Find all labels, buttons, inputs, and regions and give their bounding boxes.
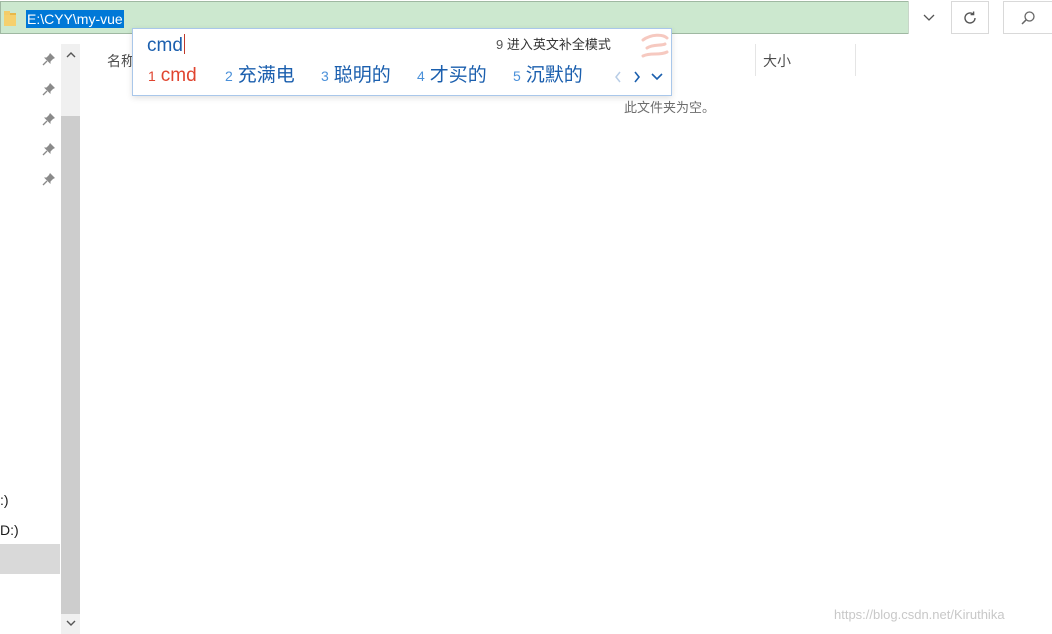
search-box[interactable] — [1003, 1, 1052, 34]
ime-prev-page-button[interactable] — [611, 69, 625, 85]
search-icon — [1021, 10, 1035, 25]
ime-english-mode-hint[interactable]: 9 进入英文补全模式 — [496, 36, 611, 54]
chevron-right-icon — [634, 71, 641, 83]
nav-item-selected[interactable] — [0, 544, 60, 574]
column-divider[interactable] — [755, 44, 756, 76]
ime-candidate-5[interactable]: 5 沉默的 — [513, 63, 583, 90]
chevron-down-icon — [651, 73, 663, 81]
ime-composition-text: cmd — [147, 35, 183, 56]
pin-icon[interactable] — [42, 142, 56, 156]
address-path-text[interactable]: E:\CYY\my-vue — [26, 10, 124, 28]
nav-item-drive-d[interactable]: D:) — [0, 521, 19, 539]
hint-number: 9 — [496, 37, 504, 52]
chevron-up-icon — [66, 52, 75, 58]
refresh-button[interactable] — [951, 1, 989, 34]
scroll-up-button[interactable] — [61, 46, 80, 63]
folder-icon — [4, 11, 16, 26]
ime-candidate-4[interactable]: 4 才买的 — [417, 63, 487, 90]
nav-scrollbar[interactable] — [61, 44, 80, 634]
empty-folder-message: 此文件夹为空。 — [624, 100, 716, 115]
ime-composition: cmd — [147, 34, 185, 58]
column-divider[interactable] — [855, 44, 856, 76]
ime-candidate-window: cmd 9 进入英文补全模式 1 cmd 2 充满电 3 聪明的 4 才买的 5 沉默的 — [132, 28, 672, 96]
refresh-icon — [964, 11, 976, 24]
pin-icon[interactable] — [42, 82, 56, 96]
pin-icon[interactable] — [42, 112, 56, 126]
text-caret — [183, 34, 185, 54]
scroll-thumb[interactable] — [61, 116, 80, 614]
pin-icon[interactable] — [42, 172, 56, 186]
chevron-down-icon — [923, 14, 934, 21]
sogou-logo-icon — [641, 33, 669, 58]
chevron-left-icon — [615, 71, 621, 83]
column-header-name[interactable]: 名称 — [107, 52, 135, 70]
ime-candidate-1[interactable]: 1 cmd — [148, 63, 197, 90]
ime-next-page-button[interactable] — [630, 69, 644, 85]
watermark-text: https://blog.csdn.net/Kiruthika — [834, 607, 1005, 622]
scroll-down-button[interactable] — [61, 615, 80, 632]
address-history-button[interactable] — [908, 1, 948, 34]
ime-expand-button[interactable] — [650, 69, 664, 85]
hint-text: 进入英文补全模式 — [506, 37, 611, 52]
navigation-pane: :) D:) — [0, 36, 82, 634]
ime-candidate-2[interactable]: 2 充满电 — [225, 63, 295, 90]
ime-candidate-3[interactable]: 3 聪明的 — [321, 63, 391, 90]
chevron-down-icon — [66, 620, 75, 626]
nav-item-drive[interactable]: :) — [0, 491, 9, 509]
column-header-size[interactable]: 大小 — [763, 52, 791, 70]
pin-icon[interactable] — [42, 52, 56, 66]
